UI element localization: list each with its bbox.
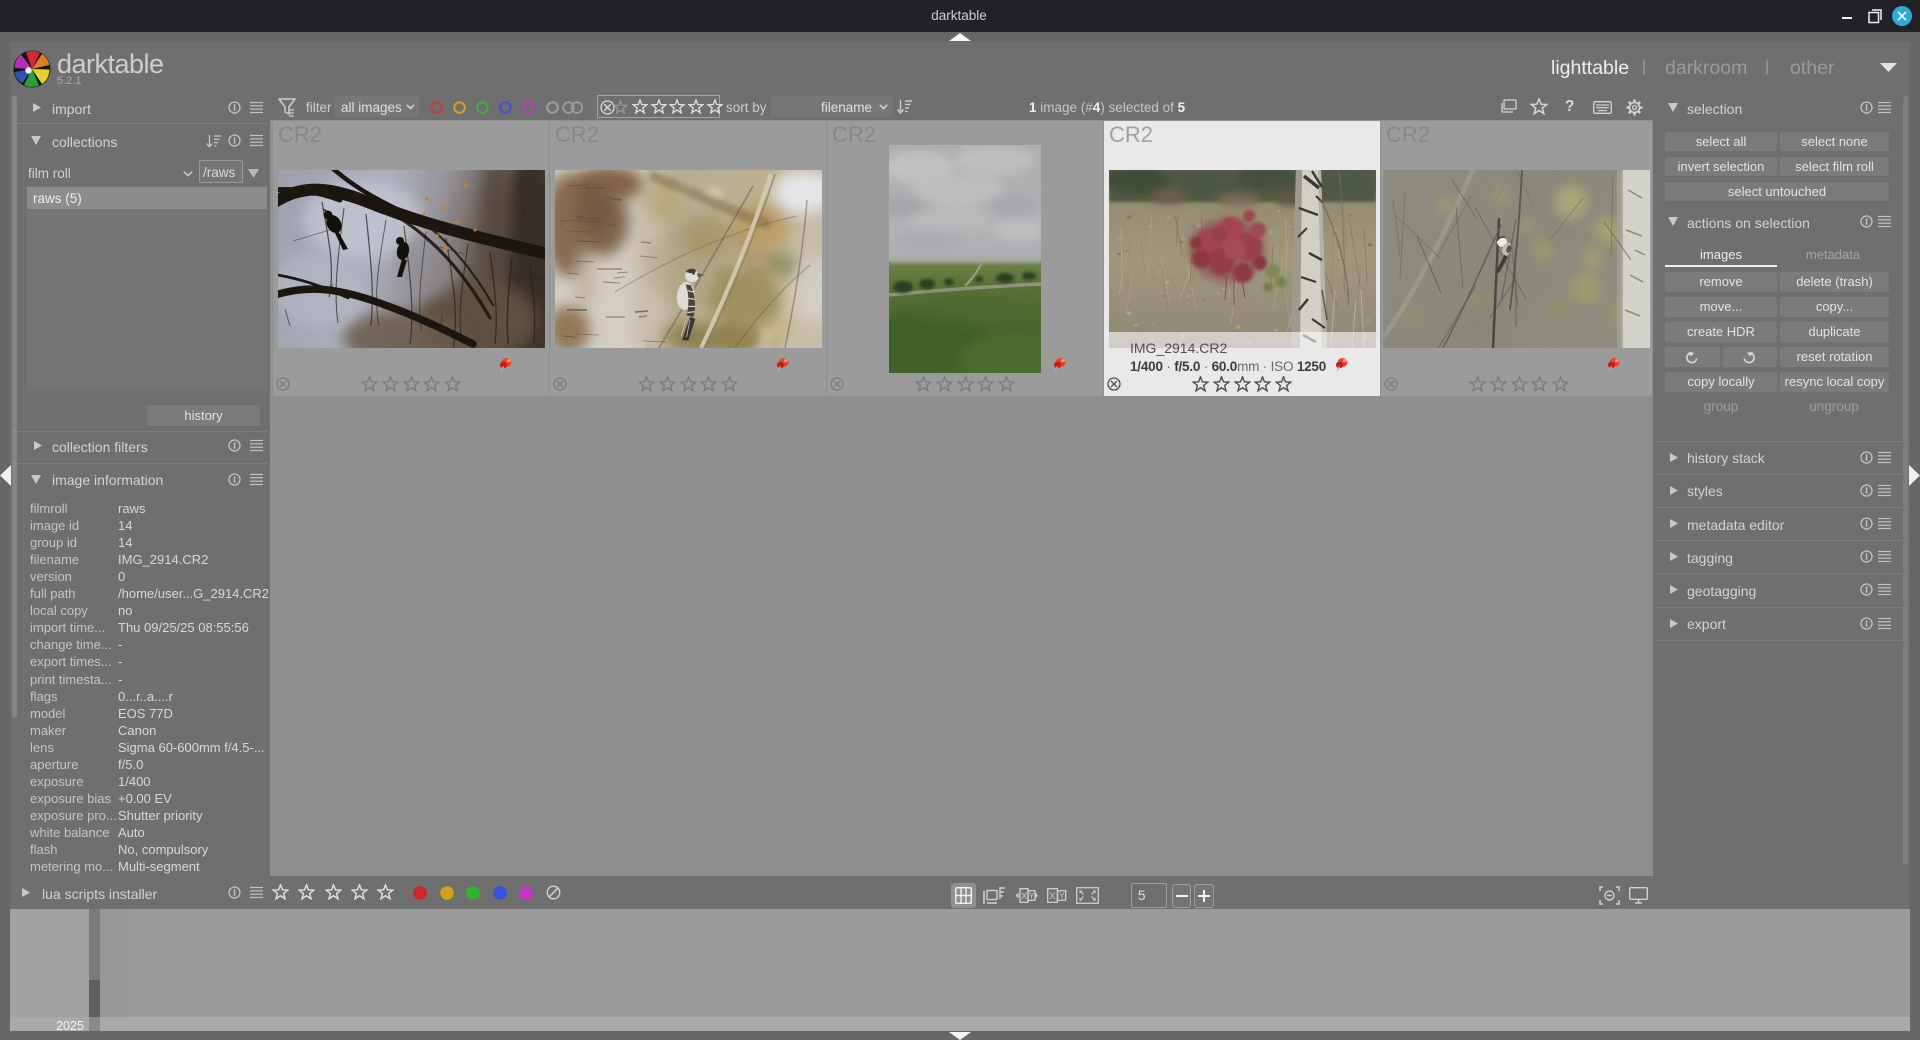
svg-text:X: X [1021,891,1028,902]
svg-text:Y: Y [1029,892,1035,901]
svg-text:X: X [1049,891,1056,902]
svg-text:Y: Y [1059,892,1065,901]
